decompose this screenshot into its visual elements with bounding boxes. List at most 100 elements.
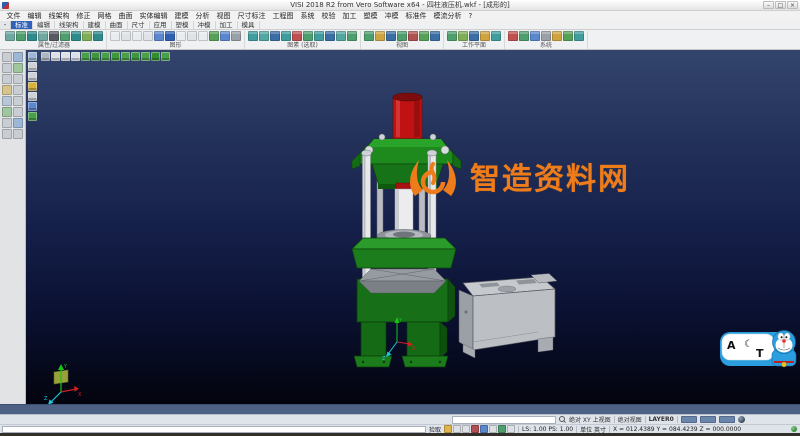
toolbar-icon[interactable] [563,31,573,41]
toolbar-icon[interactable] [82,31,92,41]
tab-10[interactable]: 加工 [216,21,238,29]
minimize-button[interactable]: – [763,1,774,9]
toolbar-icon[interactable] [38,31,48,41]
left-panel-icon[interactable] [13,96,23,106]
toolbar-icon[interactable] [419,31,429,41]
snap-toggle-icon[interactable] [462,425,471,433]
render-mode-icon[interactable] [737,416,745,423]
toolbar-icon[interactable] [519,31,529,41]
toolbar-icon[interactable] [231,31,241,41]
toolbar-icon[interactable] [408,31,418,41]
toolbar-icon[interactable] [491,31,501,41]
maximize-button[interactable]: □ [775,1,786,9]
toolbar-icon[interactable] [187,31,197,41]
left-panel-icon[interactable] [2,63,12,73]
workplane-indicator[interactable]: 绝对 XY 上视图 [569,415,611,424]
toolbar-icon[interactable] [143,31,153,41]
model-hydraulic-press[interactable]: Y X Z [351,92,462,368]
toolbar-icon[interactable] [16,31,26,41]
left-panel-icon[interactable] [13,85,23,95]
toolbar-icon[interactable] [209,31,219,41]
tab-7[interactable]: 应用 [150,21,172,29]
left-panel-icon[interactable] [2,52,12,62]
toolbar-icon[interactable] [574,31,584,41]
snap-toggle-icon[interactable] [453,425,462,433]
toolbar-icon[interactable] [292,31,302,41]
snap-toggle-icon[interactable] [489,425,498,433]
toolbar-icon[interactable] [552,31,562,41]
search-icon[interactable] [559,416,566,423]
toolbar-icon[interactable] [508,31,518,41]
menu-item[interactable]: 视图 [213,11,234,21]
left-panel-icon[interactable] [13,63,23,73]
toolbar-icon[interactable] [541,31,551,41]
left-panel-icon[interactable] [2,107,12,117]
menu-item[interactable]: 标准件 [402,11,430,21]
toolbar-icon[interactable] [303,31,313,41]
layer-indicator[interactable]: LAYER0 [649,416,674,423]
view-indicator[interactable]: 绝对视图 [618,415,642,424]
toolbar-icon[interactable] [325,31,335,41]
toolbar-icon[interactable] [27,31,37,41]
toolbar-icon[interactable] [248,31,258,41]
toolbar-icon[interactable] [110,31,120,41]
menu-item[interactable]: 尺寸标注 [234,11,269,21]
snap-toggle-icon[interactable] [471,425,480,433]
menu-item[interactable]: 网格 [94,11,115,21]
left-panel-icon[interactable] [2,85,12,95]
menu-item[interactable]: 模流分析 [430,11,465,21]
toolbar-icon[interactable] [154,31,164,41]
toolbar-icon[interactable] [281,31,291,41]
snap-toggle-icon[interactable] [480,425,489,433]
toolbar-icon[interactable] [93,31,103,41]
toolbar-icon[interactable] [60,31,70,41]
left-panel-icon[interactable] [13,52,23,62]
close-button[interactable]: × [787,1,798,9]
left-panel-icon[interactable] [13,118,23,128]
menu-item[interactable]: 文件 [3,11,24,21]
menu-item[interactable]: 加工 [339,11,360,21]
toolbar-icon[interactable] [5,31,15,41]
layer-swatch[interactable] [718,416,735,423]
tab-9[interactable]: 冲模 [194,21,216,29]
layer-swatch[interactable] [699,416,716,423]
tab-8[interactable]: 塑模 [172,21,194,29]
menu-item[interactable]: 分析 [192,11,213,21]
collapse-tabs-button[interactable]: - [0,21,11,29]
tab-1[interactable]: 标准 [11,21,33,29]
left-panel-icon[interactable] [2,129,12,139]
menu-item[interactable]: 冲模 [381,11,402,21]
toolbar-icon[interactable] [198,31,208,41]
view-search-input[interactable] [452,415,556,424]
menu-item[interactable]: 编辑 [24,11,45,21]
toolbar-icon[interactable] [364,31,374,41]
toolbar-icon[interactable] [469,31,479,41]
toolbar-icon[interactable] [165,31,175,41]
menu-item[interactable]: 校验 [318,11,339,21]
toolbar-icon[interactable] [458,31,468,41]
toolbar-icon[interactable] [447,31,457,41]
toolbar-icon[interactable] [176,31,186,41]
left-panel-icon[interactable] [13,74,23,84]
toolbar-icon[interactable] [121,31,131,41]
snap-toggle-icon[interactable] [498,425,507,433]
left-panel-icon[interactable] [2,118,12,128]
toolbar-icon[interactable] [270,31,280,41]
tab-6[interactable]: 尺寸 [128,21,150,29]
scene-canvas[interactable]: Y X Z Y X Z [26,50,800,404]
tab-5[interactable]: 曲面 [106,21,128,29]
command-input[interactable] [2,425,426,433]
menu-item[interactable]: 建模 [171,11,192,21]
toolbar-icon[interactable] [314,31,324,41]
toolbar-icon[interactable] [480,31,490,41]
snap-toggle-icon[interactable] [444,425,453,433]
menu-item[interactable]: 线架构 [45,11,73,21]
menu-item[interactable]: 塑模 [360,11,381,21]
toolbar-icon[interactable] [347,31,357,41]
toolbar-icon[interactable] [530,31,540,41]
left-panel-icon[interactable] [2,96,12,106]
toolbar-icon[interactable] [220,31,230,41]
left-panel-icon[interactable] [2,74,12,84]
tab-11[interactable]: 模具 [238,21,260,29]
toolbar-icon[interactable] [430,31,440,41]
